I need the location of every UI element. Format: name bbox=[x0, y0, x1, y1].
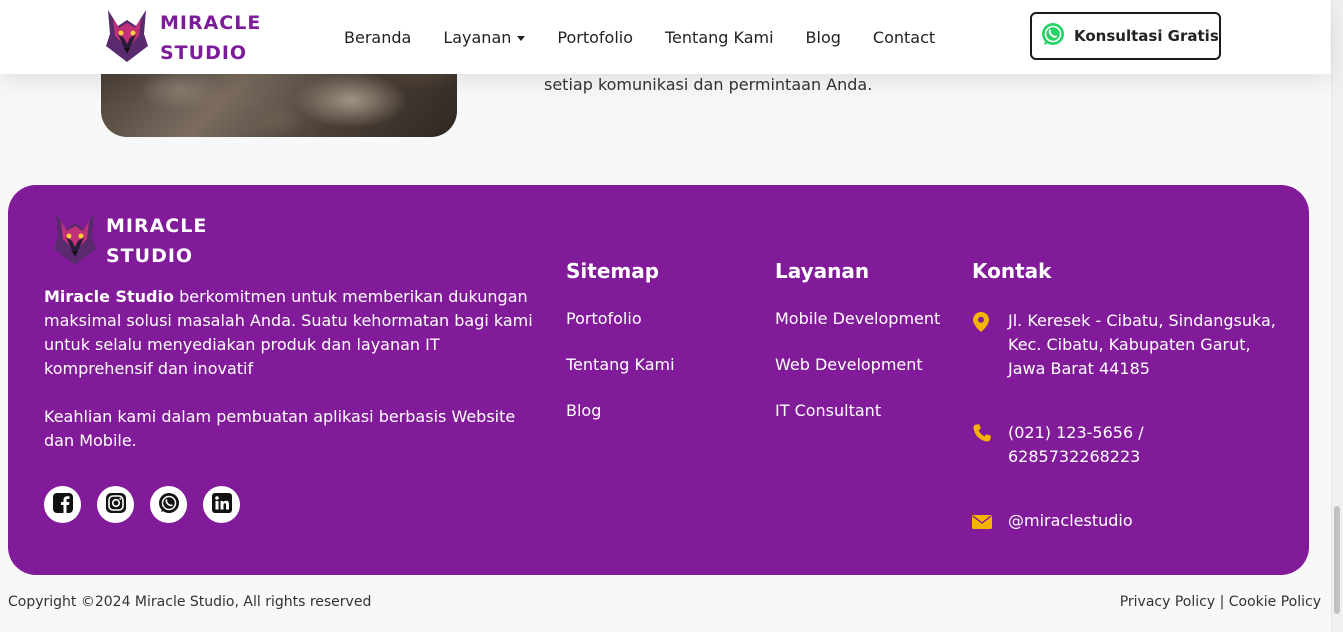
consultation-button-label: Konsultasi Gratis bbox=[1074, 27, 1219, 45]
footer: MIRACLE STUDIO Miracle Studio berkomitme… bbox=[8, 185, 1309, 575]
content-text: setiap komunikasi dan permintaan Anda. bbox=[544, 75, 873, 94]
nav-layanan-dropdown[interactable]: Layanan bbox=[443, 27, 526, 47]
brand-logo[interactable]: MIRACLE STUDIO bbox=[104, 8, 261, 68]
sitemap-link-blog[interactable]: Blog bbox=[566, 401, 675, 420]
nav-tentang-kami[interactable]: Tentang Kami bbox=[665, 28, 774, 47]
service-link-mobile[interactable]: Mobile Development bbox=[775, 309, 940, 328]
caret-down-icon bbox=[517, 35, 526, 41]
nav-blog[interactable]: Blog bbox=[806, 28, 841, 47]
scrollbar-thumb[interactable] bbox=[1334, 506, 1340, 614]
footer-about: Miracle Studio berkomitmen untuk memberi… bbox=[44, 285, 544, 453]
facebook-link[interactable] bbox=[44, 486, 81, 523]
linkedin-link[interactable] bbox=[203, 486, 240, 523]
footer-brand-logo[interactable]: MIRACLE STUDIO bbox=[52, 211, 207, 271]
services-title: Layanan bbox=[775, 259, 870, 283]
about-company-name: Miracle Studio bbox=[44, 287, 174, 306]
cookie-policy-link[interactable]: Cookie Policy bbox=[1229, 594, 1321, 610]
whatsapp-icon bbox=[158, 492, 180, 518]
copyright-text: Copyright ©2024 Miracle Studio, All righ… bbox=[8, 594, 372, 610]
service-link-it-consultant[interactable]: IT Consultant bbox=[775, 401, 940, 420]
sitemap-link-portofolio[interactable]: Portofolio bbox=[566, 309, 675, 328]
footer-brand-line2: STUDIO bbox=[106, 245, 194, 267]
social-links bbox=[44, 486, 256, 523]
consultation-button[interactable]: Konsultasi Gratis bbox=[1030, 12, 1221, 60]
whatsapp-icon bbox=[1040, 21, 1066, 51]
services-column: Layanan Mobile Development Web Developme… bbox=[775, 259, 940, 447]
footer-brand-line1: MIRACLE bbox=[106, 215, 208, 237]
wolf-logo-icon bbox=[104, 8, 150, 68]
nav-layanan-label: Layanan bbox=[443, 27, 512, 47]
facebook-icon bbox=[52, 492, 74, 518]
sitemap-title: Sitemap bbox=[566, 259, 660, 283]
contact-address-row: Jl. Keresek - Cibatu, Sindangsuka, Kec. … bbox=[972, 309, 1292, 381]
contact-phone[interactable]: (021) 123-5656 / 6285732268223 bbox=[1008, 421, 1158, 469]
page-scrollbar[interactable] bbox=[1331, 0, 1343, 632]
contact-title: Kontak bbox=[972, 259, 1052, 283]
instagram-icon bbox=[105, 492, 127, 518]
contact-address: Jl. Keresek - Cibatu, Sindangsuka, Kec. … bbox=[1008, 311, 1276, 378]
envelope-icon bbox=[972, 514, 992, 534]
contact-email-row: @miraclestudio bbox=[972, 509, 1292, 534]
policy-separator: | bbox=[1219, 594, 1225, 610]
about-expertise: Keahlian kami dalam pembuatan aplikasi b… bbox=[44, 407, 516, 450]
navbar: MIRACLE STUDIO Beranda Layanan Portofoli… bbox=[0, 0, 1331, 74]
policy-links: Privacy Policy | Cookie Policy bbox=[1120, 594, 1321, 610]
wolf-logo-icon bbox=[52, 211, 98, 271]
nav-portofolio[interactable]: Portofolio bbox=[557, 28, 633, 47]
whatsapp-link[interactable] bbox=[150, 486, 187, 523]
main-nav: Beranda Layanan Portofolio Tentang Kami … bbox=[344, 0, 967, 74]
privacy-policy-link[interactable]: Privacy Policy bbox=[1120, 594, 1215, 610]
map-pin-icon bbox=[972, 311, 992, 337]
about-paragraph: Miracle Studio berkomitmen untuk memberi… bbox=[44, 285, 544, 381]
phone-icon bbox=[972, 423, 992, 447]
contact-phone-row: (021) 123-5656 / 6285732268223 bbox=[972, 421, 1292, 469]
brand-name-line1: MIRACLE bbox=[160, 12, 262, 34]
service-link-web[interactable]: Web Development bbox=[775, 355, 940, 374]
sitemap-link-tentang-kami[interactable]: Tentang Kami bbox=[566, 355, 675, 374]
contact-email[interactable]: @miraclestudio bbox=[1008, 509, 1133, 533]
linkedin-icon bbox=[211, 492, 233, 518]
brand-name-line2: STUDIO bbox=[160, 42, 248, 64]
sitemap-column: Sitemap Portofolio Tentang Kami Blog bbox=[566, 259, 675, 447]
nav-contact[interactable]: Contact bbox=[873, 28, 935, 47]
contact-column: Kontak Jl. Keresek - Cibatu, Sindangsuka… bbox=[972, 259, 1292, 574]
instagram-link[interactable] bbox=[97, 486, 134, 523]
nav-beranda[interactable]: Beranda bbox=[344, 28, 411, 47]
